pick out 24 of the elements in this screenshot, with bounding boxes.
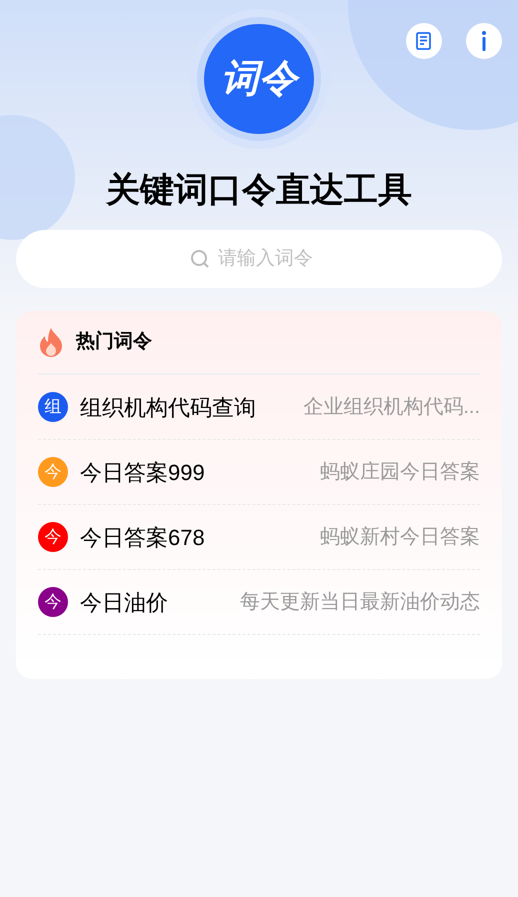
keyword-row[interactable]: 今 今日油价 每天更新当日最新油价动态	[38, 570, 480, 635]
keyword-description: 企业组织机构代码...	[303, 395, 480, 420]
keyword-name: 今日答案678	[80, 524, 205, 552]
keyword-description: 蚂蚁新村今日答案	[320, 525, 480, 550]
keyword-row[interactable]: 组 组织机构代码查询 企业组织机构代码...	[38, 375, 480, 440]
search-field[interactable]: 请输入词令	[218, 244, 328, 274]
keyword-row[interactable]: 今 今日答案678 蚂蚁新村今日答案	[38, 505, 480, 570]
keyword-badge: 今	[38, 587, 68, 617]
search-icon	[190, 249, 210, 269]
keyword-badge: 今	[38, 522, 68, 552]
keyword-name: 组织机构代码查询	[80, 394, 256, 422]
keyword-name: 今日答案999	[80, 458, 205, 486]
keyword-row[interactable]: 今 今日答案999 蚂蚁庄园今日答案	[38, 440, 480, 505]
keyword-description: 每天更新当日最新油价动态	[240, 590, 480, 615]
keyword-badge: 组	[38, 392, 68, 422]
flame-icon	[38, 327, 64, 357]
keyword-name: 今日油价	[80, 588, 168, 616]
keyword-description: 蚂蚁庄园今日答案	[320, 460, 480, 485]
logo: 词令	[204, 24, 314, 134]
app-title: 关键词口令直达工具	[106, 170, 412, 211]
section-title: 热门词令	[76, 330, 152, 354]
document-icon	[414, 31, 434, 51]
info-icon	[480, 30, 488, 52]
keyword-badge: 今	[38, 457, 68, 487]
